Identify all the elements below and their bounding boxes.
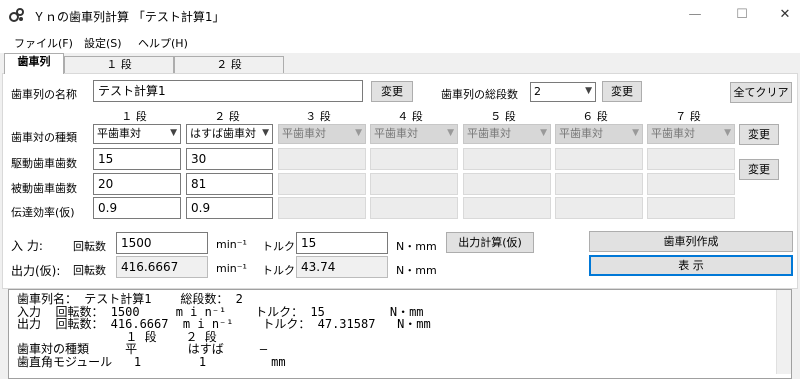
efficiency-input-3 (278, 197, 366, 219)
efficiency-input-4 (370, 197, 458, 219)
col-header-7: ７ 段 (675, 110, 701, 123)
driving-teeth-input-2[interactable]: 30 (186, 148, 273, 170)
driven-teeth-input-1[interactable]: 20 (93, 173, 181, 195)
output-speed-unit: min⁻¹ (216, 262, 247, 275)
name-input[interactable]: テスト計算1 (93, 80, 363, 102)
stages-select[interactable]: 2 ▼ (530, 82, 596, 102)
chevron-down-icon: ▼ (262, 128, 269, 138)
gear-icon (9, 8, 24, 22)
gear-type-select-7: 平歯車対 ▼ (647, 124, 735, 144)
efficiency-input-6 (555, 197, 643, 219)
display-button[interactable]: 表 示 (589, 255, 793, 276)
clear-all-button[interactable]: 全てクリア (730, 82, 792, 103)
maximize-icon[interactable]: ☐ (727, 4, 757, 26)
driven-teeth-input-4 (370, 173, 458, 195)
output-torque-unit: N・mm (396, 264, 437, 277)
name-change-button[interactable]: 変更 (371, 81, 413, 102)
gear-type-select-1[interactable]: 平歯車対 ▼ (93, 124, 181, 144)
output-speed-label: 回転数 (73, 264, 106, 277)
teeth-change-button[interactable]: 変更 (739, 159, 779, 180)
output-torque-field: 43.74 (296, 256, 388, 278)
output-torque-label: トルク (262, 264, 295, 277)
chevron-down-icon: ▼ (170, 128, 177, 138)
col-header-2: ２ 段 (214, 110, 240, 123)
input-speed-unit: min⁻¹ (216, 238, 247, 251)
driving-teeth-input-5 (463, 148, 551, 170)
row-label-gear-type: 歯車対の種類 (11, 131, 77, 144)
driven-teeth-input-3 (278, 173, 366, 195)
row-label-driven-teeth: 被動歯車歯数 (11, 182, 77, 195)
gear-type-value-5: 平歯車対 (467, 127, 511, 140)
close-icon[interactable]: ✕ (770, 4, 800, 26)
input-torque-unit: N・mm (396, 240, 437, 253)
menu-settings[interactable]: 設定(S) (84, 35, 122, 51)
chevron-down-icon: ▼ (447, 128, 454, 138)
gear-type-value-1: 平歯車対 (97, 127, 141, 140)
driving-teeth-input-1[interactable]: 15 (93, 148, 181, 170)
output-label: 出力(仮): (11, 264, 61, 278)
minimize-icon[interactable]: — (680, 4, 710, 26)
chevron-down-icon: ▼ (632, 128, 639, 138)
col-header-6: ６ 段 (582, 110, 608, 123)
gear-type-select-6: 平歯車対 ▼ (555, 124, 643, 144)
col-header-3: ３ 段 (305, 110, 331, 123)
tab-gear-train[interactable]: 歯車列 (4, 53, 64, 74)
driving-teeth-input-3 (278, 148, 366, 170)
gear-type-value-4: 平歯車対 (374, 127, 418, 140)
gear-type-select-5: 平歯車対 ▼ (463, 124, 551, 144)
stages-change-button[interactable]: 変更 (602, 81, 642, 102)
driven-teeth-input-6 (555, 173, 643, 195)
gear-type-select-2[interactable]: はすば歯車対 ▼ (186, 124, 273, 144)
result-text-area[interactable]: 歯車列名： テスト計算1 総段数： 2 入力 回転数： 1500 m i n⁻¹… (8, 289, 792, 379)
efficiency-input-2[interactable]: 0.9 (186, 197, 273, 219)
tab-stage-1[interactable]: １ 段 (64, 56, 174, 73)
driven-teeth-input-5 (463, 173, 551, 195)
input-torque-field[interactable]: 15 (296, 232, 388, 254)
gear-type-change-button[interactable]: 変更 (739, 124, 779, 145)
menu-file[interactable]: ファイル(F) (14, 35, 73, 51)
driving-teeth-input-4 (370, 148, 458, 170)
col-header-5: ５ 段 (490, 110, 516, 123)
efficiency-input-7 (647, 197, 735, 219)
col-header-4: ４ 段 (397, 110, 423, 123)
input-torque-label: トルク (262, 240, 295, 253)
stages-label: 歯車列の総段数 (441, 88, 518, 101)
efficiency-input-5 (463, 197, 551, 219)
efficiency-input-1[interactable]: 0.9 (93, 197, 181, 219)
driven-teeth-input-2[interactable]: 81 (186, 173, 273, 195)
row-label-driving-teeth: 駆動歯車歯数 (11, 157, 77, 170)
chevron-down-icon: ▼ (585, 86, 592, 96)
input-speed-field[interactable]: 1500 (116, 232, 208, 254)
output-calc-button[interactable]: 出力計算(仮) (446, 232, 534, 253)
gear-type-value-2: はすば歯車対 (190, 127, 256, 140)
gear-type-value-3: 平歯車対 (282, 127, 326, 140)
gear-type-value-6: 平歯車対 (559, 127, 603, 140)
menu-help[interactable]: ヘルプ(H) (138, 35, 188, 51)
row-label-efficiency: 伝達効率(仮) (11, 206, 75, 219)
driving-teeth-input-7 (647, 148, 735, 170)
window-title: Ｙｎの歯車列計算 「テスト計算1」 (33, 10, 225, 24)
gear-type-select-3: 平歯車対 ▼ (278, 124, 366, 144)
output-speed-field: 416.6667 (116, 256, 208, 278)
driven-teeth-input-7 (647, 173, 735, 195)
gear-type-value-7: 平歯車対 (651, 127, 695, 140)
driving-teeth-input-6 (555, 148, 643, 170)
name-label: 歯車列の名称 (11, 88, 77, 101)
chevron-down-icon: ▼ (540, 128, 547, 138)
chevron-down-icon: ▼ (355, 128, 362, 138)
result-scrollbar[interactable] (776, 290, 791, 374)
tab-stage-2[interactable]: ２ 段 (174, 56, 284, 73)
chevron-down-icon: ▼ (724, 128, 731, 138)
gear-type-select-4: 平歯車対 ▼ (370, 124, 458, 144)
input-label: 入 力: (11, 239, 43, 253)
stages-value: 2 (534, 85, 541, 98)
create-gear-train-button[interactable]: 歯車列作成 (589, 231, 793, 252)
input-speed-label: 回転数 (73, 240, 106, 253)
col-header-1: １ 段 (121, 110, 147, 123)
